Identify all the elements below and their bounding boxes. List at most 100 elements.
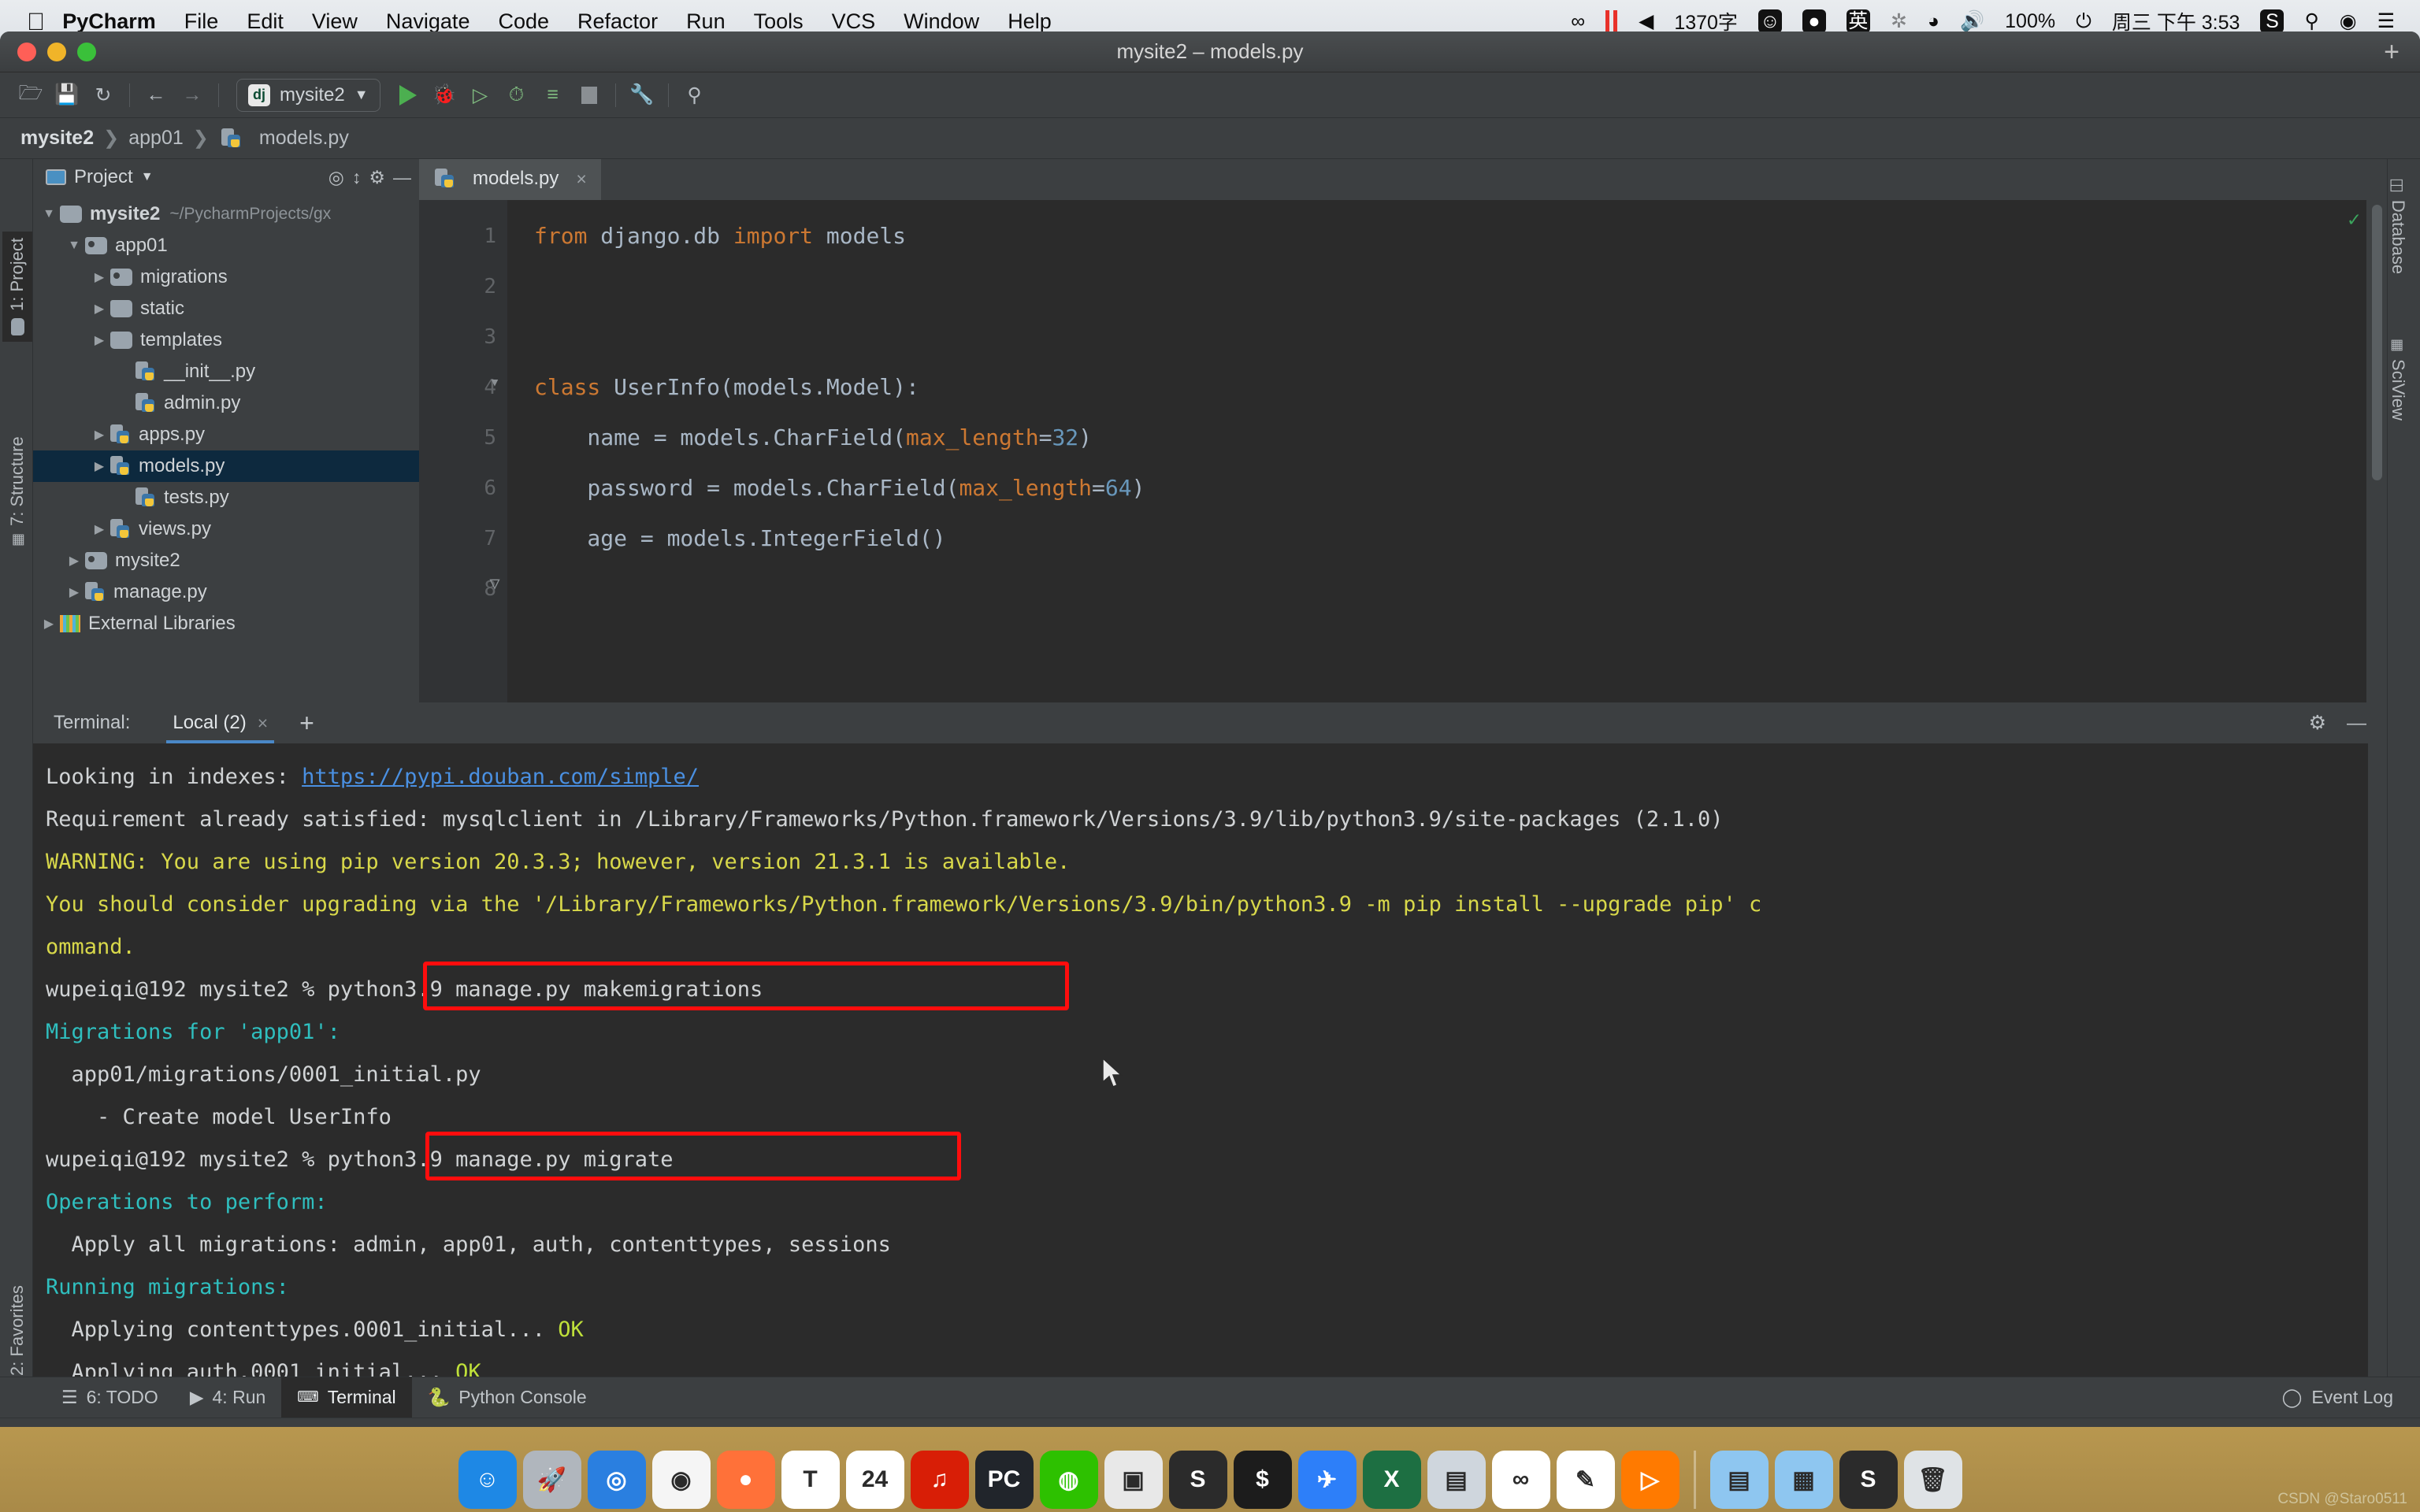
new-tab-button[interactable]: + xyxy=(2384,39,2400,65)
run-configuration-selector[interactable]: dj mysite2 ▼ xyxy=(236,79,380,112)
minimize-icon[interactable]: — xyxy=(393,167,411,188)
dock-item-documents-folder[interactable]: ▤ xyxy=(1710,1451,1769,1509)
fold-marker-end[interactable]: ▽ xyxy=(487,576,503,592)
chevron-right-icon[interactable]: ▶ xyxy=(91,332,107,348)
menu-help[interactable]: Help xyxy=(1008,9,1052,34)
bottom-tab-run[interactable]: ▶ 4: Run xyxy=(174,1377,281,1418)
dock-item-parallels[interactable]: ▤ xyxy=(1427,1451,1486,1509)
menu-navigate[interactable]: Navigate xyxy=(386,9,470,34)
line-number[interactable]: 5 xyxy=(419,413,507,463)
menu-tools[interactable]: Tools xyxy=(754,9,804,34)
siri-icon[interactable]: ◉ xyxy=(2340,9,2357,33)
tree-row[interactable]: ▶static xyxy=(33,293,419,324)
forward-arrow-icon[interactable]: → xyxy=(174,77,210,113)
terminal-output[interactable]: Looking in indexes: https://pypi.douban.… xyxy=(33,743,2387,1458)
dock-item-keynote[interactable]: ▣ xyxy=(1104,1451,1163,1509)
breadcrumb-file[interactable]: models.py xyxy=(259,127,349,150)
menu-run[interactable]: Run xyxy=(686,9,726,34)
tree-row[interactable]: tests.py xyxy=(33,482,419,513)
gear-icon[interactable]: ⚙ xyxy=(2309,711,2326,735)
input-method-status[interactable]: 英 xyxy=(1847,9,1870,33)
chevron-right-icon[interactable]: ▶ xyxy=(91,521,107,537)
editor-tab-models-py[interactable]: models.py × xyxy=(419,159,601,200)
dock-item-firefox[interactable]: ● xyxy=(717,1451,775,1509)
line-number[interactable]: 2 xyxy=(419,261,507,312)
back-arrow-icon[interactable]: ← xyxy=(138,77,174,113)
target-icon[interactable]: ◎ xyxy=(328,167,344,188)
dock-item-downloads-folder[interactable]: ▦ xyxy=(1775,1451,1833,1509)
volume-icon[interactable]: 🔊 xyxy=(1960,10,1984,33)
breadcrumb-folder[interactable]: app01 xyxy=(128,127,184,150)
dock-item-wechat[interactable]: ◍ xyxy=(1040,1451,1098,1509)
battery-icon[interactable]: ⏻ xyxy=(2076,10,2092,33)
dock-item-iterm[interactable]: $ xyxy=(1234,1451,1292,1509)
chevron-right-icon[interactable]: ▶ xyxy=(66,553,82,569)
tree-row[interactable]: ▼app01 xyxy=(33,230,419,261)
stop-icon[interactable] xyxy=(571,77,607,113)
chevron-down-icon[interactable]: ▼ xyxy=(41,207,57,221)
terminal-scrollbar[interactable] xyxy=(2368,743,2387,1458)
pause-status-icon[interactable] xyxy=(1605,10,1618,32)
dock-item-finder[interactable]: ☺ xyxy=(458,1451,517,1509)
terminal-tab-local[interactable]: Local (2) × xyxy=(161,702,279,743)
dock-item-tencent-video[interactable]: ▷ xyxy=(1621,1451,1680,1509)
sidebar-item-structure[interactable]: ▦ 7: Structure xyxy=(2,430,32,553)
tree-row[interactable]: admin.py xyxy=(33,387,419,419)
line-number[interactable]: 6 xyxy=(419,463,507,513)
close-icon[interactable]: × xyxy=(258,713,268,734)
sogou-status-icon[interactable]: S xyxy=(2260,9,2284,33)
menu-vcs[interactable]: VCS xyxy=(832,9,876,34)
dock-item-launchpad[interactable]: 🚀 xyxy=(523,1451,581,1509)
menu-window[interactable]: Window xyxy=(904,9,979,34)
spotlight-search-icon[interactable]: ⚲ xyxy=(2304,9,2318,33)
apple-logo-icon[interactable]:  xyxy=(27,9,45,34)
menu-file[interactable]: File xyxy=(184,9,219,34)
chevron-right-icon[interactable]: ▶ xyxy=(91,458,107,474)
microphone-status-icon[interactable]: ● xyxy=(1802,9,1826,33)
bottom-tab-python-console[interactable]: 🐍 Python Console xyxy=(412,1377,603,1418)
run-icon[interactable] xyxy=(390,77,426,113)
tree-row[interactable]: ▶templates xyxy=(33,324,419,356)
menu-view[interactable]: View xyxy=(312,9,358,34)
dock-item-trash[interactable]: 🗑 xyxy=(1904,1451,1962,1509)
line-number[interactable]: 3 xyxy=(419,312,507,362)
menu-refactor[interactable]: Refactor xyxy=(577,9,658,34)
dock-item-recent-file[interactable]: S xyxy=(1839,1451,1898,1509)
breadcrumb-project[interactable]: mysite2 xyxy=(20,127,94,150)
tree-row[interactable]: ▶manage.py xyxy=(33,576,419,608)
bottom-tab-todo[interactable]: ☰ 6: TODO xyxy=(46,1377,174,1418)
terminal-link[interactable]: https://pypi.douban.com/simple/ xyxy=(302,765,699,789)
open-folder-icon[interactable]: 🗁 xyxy=(13,77,49,113)
line-number[interactable]: 1 xyxy=(419,211,507,261)
dock-item-pycharm[interactable]: PC xyxy=(975,1451,1034,1509)
inspection-ok-icon[interactable]: ✓ xyxy=(2348,208,2360,232)
dock-item-chrome[interactable]: ◉ xyxy=(652,1451,711,1509)
tree-row[interactable]: ▶External Libraries xyxy=(33,608,419,639)
tree-row[interactable]: ▼mysite2~/PycharmProjects/gx xyxy=(33,198,419,230)
wifi-icon[interactable]: ◕ xyxy=(1928,10,1939,33)
close-icon[interactable]: × xyxy=(576,169,586,190)
dock-item-sublime-text[interactable]: S xyxy=(1169,1451,1227,1509)
fold-marker-class[interactable]: ▾ xyxy=(487,375,503,391)
collapse-all-icon[interactable]: ↕ xyxy=(352,167,362,188)
control-center-icon[interactable]: ☰ xyxy=(2377,9,2395,33)
line-number[interactable]: 7 xyxy=(419,513,507,564)
save-icon[interactable]: 💾 xyxy=(49,77,85,113)
dock-item-typora[interactable]: T xyxy=(781,1451,840,1509)
weibo-status-icon[interactable]: ∞ xyxy=(1571,10,1585,33)
sidebar-item-sciview[interactable]: ▦ SciView xyxy=(2383,332,2413,427)
chevron-down-icon[interactable]: ▼ xyxy=(66,239,82,253)
dock-item-feishu[interactable]: ✈ xyxy=(1298,1451,1357,1509)
tree-row[interactable]: ▶mysite2 xyxy=(33,545,419,576)
project-panel-title[interactable]: Project xyxy=(74,166,133,188)
search-icon[interactable]: ⚲ xyxy=(677,77,713,113)
settings-wrench-icon[interactable]: 🔧 xyxy=(624,77,660,113)
debug-icon[interactable]: 🐞 xyxy=(426,77,462,113)
sidebar-item-database[interactable]: ◫ Database xyxy=(2383,172,2413,280)
bluetooth-icon[interactable]: ✲ xyxy=(1891,9,1907,33)
smiley-status-icon[interactable]: ☺ xyxy=(1758,9,1782,33)
dock-item-weibo[interactable]: ∞ xyxy=(1492,1451,1550,1509)
feishu-status-icon[interactable]: ◀ xyxy=(1639,9,1654,33)
bottom-tab-terminal[interactable]: ⌨ Terminal xyxy=(281,1377,411,1418)
dock-item-safari[interactable]: ◎ xyxy=(588,1451,646,1509)
